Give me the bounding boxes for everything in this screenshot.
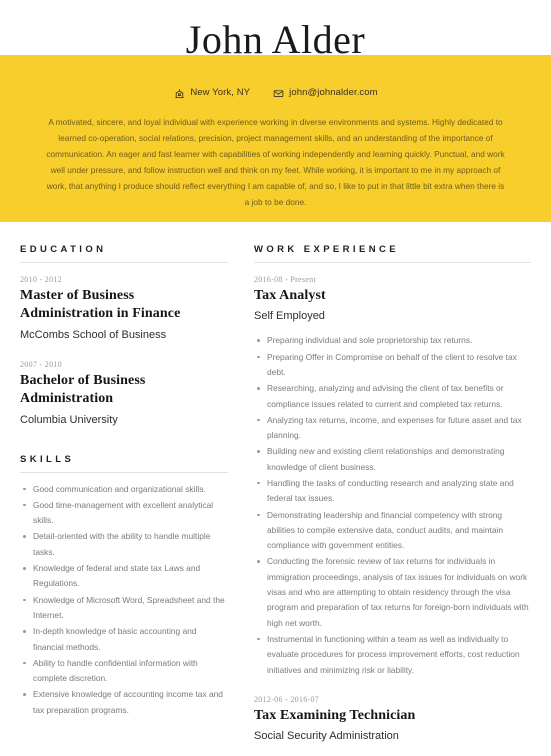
work-date: 2016-08 - Present — [254, 275, 316, 284]
left-column: Education 2010 - 2012 Master of Business… — [20, 244, 228, 719]
work-company: Social Security Administration — [254, 730, 399, 743]
list-item: Researching, analyzing and advising the … — [254, 381, 531, 412]
resume-header: John Alder New York, NY john@johnalder.c… — [0, 0, 551, 222]
work-company: Self Employed — [254, 310, 325, 323]
page-title: John Alder — [185, 17, 366, 62]
education-school: McCombs School of Business — [20, 328, 167, 341]
list-item: Good time-management with excellent anal… — [20, 498, 228, 529]
work-job-title: Tax Examining Technician — [254, 707, 416, 723]
section-title-work-experience: Work Experience — [254, 244, 531, 263]
section-work-experience: Work Experience 2016-08 - Present Tax An… — [254, 244, 531, 756]
list-item: Knowledge of federal and state tax Laws … — [20, 561, 228, 592]
list-item: Knowledge of Microsoft Word, Spreadsheet… — [20, 593, 228, 624]
resume-page: John Alder New York, NY john@johnalder.c… — [0, 0, 551, 756]
work-entry: 2012-06 - 2016-07 Tax Examining Technici… — [254, 695, 531, 756]
header-content: John Alder New York, NY john@johnalder.c… — [0, 0, 551, 211]
section-title-education: Education — [20, 244, 228, 263]
education-degree: Bachelor of Business Administration — [20, 372, 146, 407]
education-entry: 2007 - 2010 Bachelor of Business Adminis… — [20, 360, 228, 428]
list-item: Building new and existing client relatio… — [254, 444, 531, 475]
contact-email-text: john@johnalder.com — [289, 87, 378, 99]
contact-row: New York, NY john@johnalder.com — [0, 87, 551, 99]
list-item: Detail-oriented with the ability to hand… — [20, 529, 228, 560]
education-date: 2007 - 2010 — [20, 359, 62, 369]
work-bullets: Preparing individual and sole proprietor… — [254, 333, 531, 678]
work-entry: 2016-08 - Present Tax Analyst Self Emplo… — [254, 275, 531, 678]
section-skills: Skills Good communication and organizati… — [20, 454, 228, 718]
list-item: Preparing Offer in Compromise on behalf … — [254, 350, 531, 381]
list-item: Demonstrating leadership and financial c… — [254, 508, 531, 554]
location-building-icon — [173, 87, 185, 99]
work-job-title: Tax Analyst — [254, 288, 326, 303]
list-item: Good communication and organizational sk… — [20, 482, 228, 497]
education-entry: 2010 - 2012 Master of Business Administr… — [20, 275, 228, 343]
resume-body: Education 2010 - 2012 Master of Business… — [0, 222, 551, 756]
contact-location-text: New York, NY — [190, 87, 251, 99]
right-column: Work Experience 2016-08 - Present Tax An… — [254, 244, 531, 756]
list-item: Handling the tasks of conducting researc… — [254, 476, 531, 507]
section-education: Education 2010 - 2012 Master of Business… — [20, 244, 228, 428]
skills-list: Good communication and organizational sk… — [20, 482, 228, 718]
education-school: Columbia University — [20, 413, 118, 426]
list-item: Instrumental in functioning within a tea… — [254, 632, 531, 678]
profile-summary: A motivated, sincere, and loyal individu… — [46, 117, 505, 207]
list-item: Ability to handle confidential informati… — [20, 656, 228, 687]
list-item: In-depth knowledge of basic accounting a… — [20, 624, 228, 655]
contact-location: New York, NY — [173, 87, 250, 99]
section-title-skills: Skills — [20, 454, 228, 473]
work-date: 2012-06 - 2016-07 — [254, 694, 320, 704]
education-date: 2010 - 2012 — [20, 275, 62, 284]
envelope-icon — [272, 87, 284, 99]
list-item: Extensive knowledge of accounting income… — [20, 687, 228, 718]
list-item: Preparing individual and sole proprietor… — [254, 333, 531, 348]
list-item: Conducting the forensic review of tax re… — [254, 554, 531, 630]
list-item: Analyzing tax returns, income, and expen… — [254, 413, 531, 444]
education-degree: Master of Business Administration in Fin… — [20, 288, 181, 322]
contact-email[interactable]: john@johnalder.com — [272, 87, 378, 99]
